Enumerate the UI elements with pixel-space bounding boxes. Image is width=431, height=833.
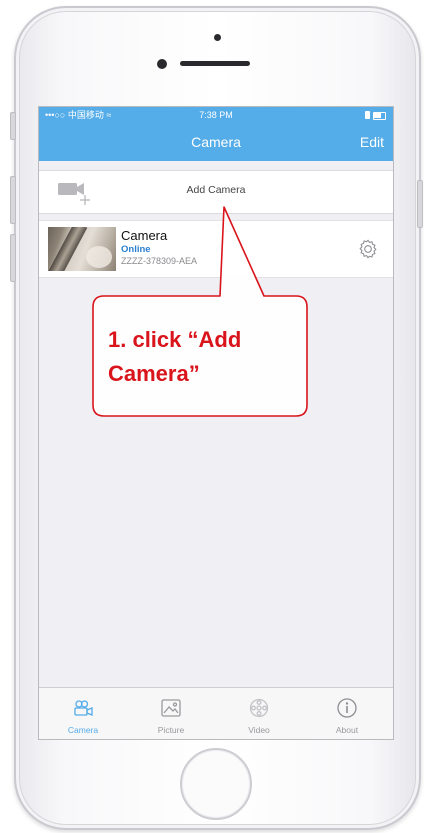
camera-list-item[interactable]: Camera Online ZZZZ-378309-AEA — [39, 220, 393, 278]
tab-picture[interactable]: Picture — [127, 688, 215, 739]
volume-down-button — [10, 234, 16, 282]
power-button — [417, 180, 423, 228]
app-screen: •••○○ 中国移动 ≈ 7:38 PM Camera Edit Add Cam… — [38, 106, 394, 740]
tab-video-label: Video — [248, 725, 270, 735]
callout-text: 1. click “Add Camera” — [108, 323, 298, 391]
edit-button[interactable]: Edit — [360, 124, 384, 161]
tab-picture-label: Picture — [157, 725, 185, 735]
picture-icon — [161, 699, 181, 717]
camera-status: Online — [121, 244, 151, 255]
page-title: Camera — [191, 134, 241, 150]
tab-video[interactable]: Video — [215, 688, 303, 739]
camera-tab-icon — [74, 700, 93, 716]
callout-line-2: Camera” — [108, 361, 200, 386]
status-time: 7:38 PM — [199, 110, 233, 120]
camera-name: Camera — [121, 228, 168, 243]
gear-icon[interactable] — [357, 238, 379, 260]
tab-camera-label: Camera — [67, 725, 99, 735]
video-reel-icon — [249, 698, 269, 718]
tab-bar: Camera Picture Video About — [39, 687, 393, 739]
status-bar: •••○○ 中国移动 ≈ 7:38 PM — [39, 107, 393, 124]
volume-up-button — [10, 176, 16, 224]
proximity-sensor — [214, 34, 221, 41]
earpiece-speaker — [180, 61, 250, 66]
front-camera — [157, 59, 167, 69]
tab-about[interactable]: About — [303, 688, 391, 739]
tab-camera[interactable]: Camera — [39, 688, 127, 739]
add-camera-row[interactable]: Add Camera — [39, 170, 393, 214]
navigation-bar: Camera Edit — [39, 124, 393, 161]
battery-icon — [365, 111, 387, 120]
add-camera-label: Add Camera — [186, 184, 246, 196]
tab-about-label: About — [335, 725, 359, 735]
callout-line-1: 1. click “Add — [108, 327, 242, 352]
info-icon — [337, 698, 357, 718]
home-button[interactable] — [180, 748, 252, 820]
camera-uid: ZZZZ-378309-AEA — [121, 256, 198, 266]
mute-switch — [10, 112, 16, 140]
camera-thumbnail — [48, 227, 116, 271]
